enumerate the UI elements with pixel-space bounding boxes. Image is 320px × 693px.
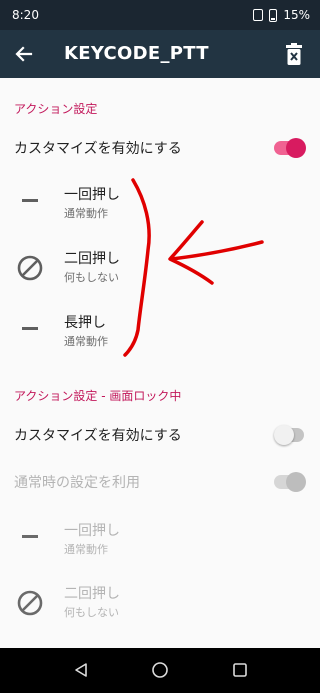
nav-bar <box>0 648 320 693</box>
arrow-back-icon[interactable] <box>10 40 38 68</box>
nav-back-icon[interactable] <box>70 659 92 681</box>
battery-icon <box>269 8 278 22</box>
action-title: 二回押し <box>64 586 120 602</box>
customize-toggle-lock[interactable] <box>274 425 304 445</box>
action-title: 一回押し <box>64 187 120 203</box>
section-header-action-settings: アクション設定 <box>14 102 98 116</box>
action-subtitle: 通常動作 <box>64 543 108 556</box>
status-icons: 15% <box>253 8 310 22</box>
action-subtitle: 何もしない <box>64 606 119 619</box>
dash-icon <box>22 199 38 202</box>
block-icon <box>17 590 43 616</box>
action-item-double-press-lock: 二回押し 何もしない <box>0 573 320 633</box>
action-item-long-press[interactable]: 長押し 通常動作 <box>0 302 320 362</box>
action-item-double-press[interactable]: 二回押し 何もしない <box>0 238 320 298</box>
dash-icon <box>22 535 38 538</box>
action-title: 一回押し <box>64 523 120 539</box>
battery-percent: 15% <box>283 8 310 22</box>
action-item-single-press[interactable]: 一回押し 通常動作 <box>0 174 320 234</box>
use-normal-settings-label: 通常時の設定を利用 <box>14 475 140 491</box>
vibrate-icon <box>253 9 264 21</box>
action-title: 長押し <box>64 315 106 331</box>
action-subtitle: 通常動作 <box>64 207 108 220</box>
block-icon <box>17 255 43 281</box>
toggle-knob <box>286 472 306 492</box>
action-subtitle: 通常動作 <box>64 335 108 348</box>
toggle-knob <box>286 138 306 158</box>
page-title: KEYCODE_PTT <box>64 43 209 64</box>
status-time: 8:20 <box>12 8 39 22</box>
customize-toggle-label-lock: カスタマイズを有効にする <box>14 428 182 444</box>
dash-icon <box>22 327 38 330</box>
section-header-lock-screen: アクション設定 - 画面ロック中 <box>14 389 182 403</box>
app-bar: KEYCODE_PTT <box>0 30 320 78</box>
customize-toggle-label: カスタマイズを有効にする <box>14 141 182 157</box>
status-bar: 8:20 15% <box>0 0 320 30</box>
toggle-knob <box>274 425 294 445</box>
delete-icon[interactable] <box>282 40 306 68</box>
action-title: 二回押し <box>64 251 120 267</box>
use-normal-settings-toggle <box>274 472 306 492</box>
nav-home-icon[interactable] <box>149 659 171 681</box>
customize-toggle[interactable] <box>274 138 306 158</box>
action-subtitle: 何もしない <box>64 271 119 284</box>
action-item-single-press-lock: 一回押し 通常動作 <box>0 510 320 570</box>
nav-recents-icon[interactable] <box>229 659 251 681</box>
